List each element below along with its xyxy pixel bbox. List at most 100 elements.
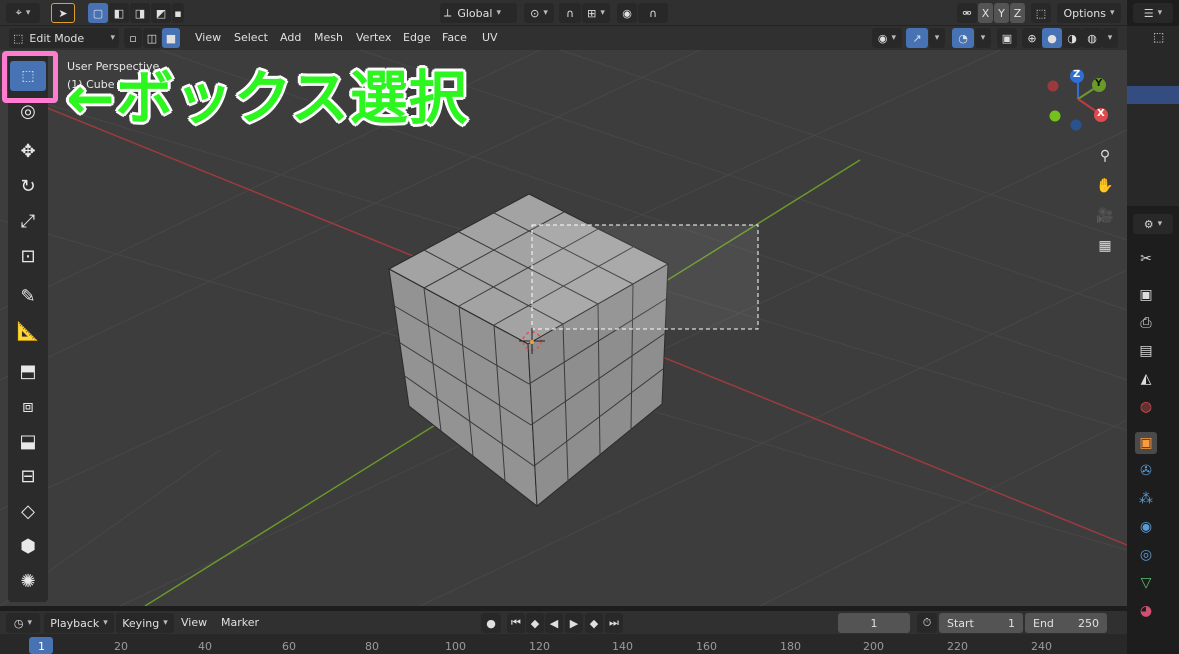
- start-frame-field[interactable]: Start 1: [939, 613, 1023, 633]
- visibility-dropdown[interactable]: ◉ ▾: [872, 28, 902, 48]
- tool-rotate[interactable]: ↻: [10, 171, 46, 201]
- tool-transform[interactable]: ⊡: [10, 241, 46, 271]
- menu-edge[interactable]: Edge: [401, 29, 433, 47]
- menu-face[interactable]: Face: [440, 29, 469, 47]
- tool-spin[interactable]: ✺: [10, 566, 46, 596]
- pivot-point-dropdown[interactable]: ⊙ ▾: [524, 3, 554, 23]
- mirror-y-toggle[interactable]: Y: [994, 3, 1009, 23]
- timeline-menu-marker[interactable]: Marker: [221, 616, 259, 629]
- gizmo-toggle[interactable]: ↗: [906, 28, 928, 48]
- play-button[interactable]: ▶: [565, 613, 583, 633]
- chevron-down-icon: ▾: [600, 8, 605, 18]
- chevron-down-icon: ▾: [934, 33, 940, 43]
- pan-button[interactable]: ✋: [1093, 174, 1117, 198]
- record-toggle[interactable]: ●: [481, 613, 501, 633]
- tool-extrude[interactable]: ⬒: [10, 356, 46, 386]
- timeline-header: ◷ ▾ Playback ▾ Keying ▾ View Marker ● ⏮ ◆ ◀…: [0, 610, 1127, 634]
- shading-material-button[interactable]: ◑: [1062, 28, 1082, 48]
- tool-move[interactable]: ✥: [10, 136, 46, 166]
- preview-range-toggle[interactable]: ⏱: [917, 613, 937, 633]
- select-mode-new-button[interactable]: ▢: [88, 3, 108, 23]
- material-properties-tab[interactable]: ◕: [1135, 600, 1157, 622]
- overlays-dropdown[interactable]: ▾: [975, 28, 991, 48]
- mirror-options-button[interactable]: ⚮: [957, 3, 977, 23]
- mirror-z-toggle[interactable]: Z: [1010, 3, 1025, 23]
- jump-end-button[interactable]: ⏭: [605, 613, 623, 633]
- menu-view[interactable]: View: [193, 29, 223, 47]
- tool-loop-cut[interactable]: ⊟: [10, 461, 46, 491]
- play-reverse-button[interactable]: ◀: [545, 613, 563, 633]
- select-mode-invert-button[interactable]: ◩: [151, 3, 171, 23]
- options-dropdown[interactable]: Options ▾: [1057, 3, 1121, 23]
- auto-merge-toggle[interactable]: ⬚: [1031, 3, 1051, 23]
- shading-dropdown[interactable]: ▾: [1102, 28, 1118, 48]
- overlays-toggle[interactable]: ◔: [952, 28, 974, 48]
- tool-measure[interactable]: 📐: [10, 316, 46, 346]
- camera-view-button[interactable]: 🎥: [1093, 204, 1117, 228]
- prev-keyframe-button[interactable]: ◆: [526, 613, 544, 633]
- object-properties-tab[interactable]: ▣: [1135, 432, 1157, 454]
- snap-target-dropdown[interactable]: ⊞ ▾: [582, 3, 610, 23]
- render-properties-tab[interactable]: ▣: [1135, 284, 1157, 306]
- modifier-properties-tab[interactable]: ✇: [1135, 460, 1157, 482]
- editor-type-button[interactable]: ⌖ ▾: [6, 3, 40, 23]
- shading-solid-button[interactable]: ●: [1042, 28, 1062, 48]
- scene-properties-tab[interactable]: ◭: [1135, 368, 1157, 390]
- proportional-falloff-dropdown[interactable]: ∩: [638, 3, 668, 23]
- tool-poly-build[interactable]: ⬢: [10, 531, 46, 561]
- select-mode-intersect-button[interactable]: ▪: [172, 3, 184, 23]
- end-frame-field[interactable]: End 250: [1025, 613, 1107, 633]
- physics-properties-tab[interactable]: ◉: [1135, 516, 1157, 538]
- select-mode-subtract-button[interactable]: ◨: [130, 3, 150, 23]
- output-properties-tab[interactable]: ⎙: [1135, 312, 1157, 334]
- next-keyframe-button[interactable]: ◆: [585, 613, 603, 633]
- keying-dropdown[interactable]: Keying ▾: [116, 613, 174, 633]
- select-intersect-icon: ▪: [174, 6, 182, 20]
- timeline-editor-type-button[interactable]: ◷ ▾: [6, 613, 40, 633]
- gizmo-dropdown[interactable]: ▾: [929, 28, 945, 48]
- tool-scale[interactable]: ⤢: [10, 206, 46, 236]
- tool-annotate[interactable]: ✎: [10, 281, 46, 311]
- menu-vertex[interactable]: Vertex: [354, 29, 393, 47]
- view-layer-properties-tab[interactable]: ▤: [1135, 340, 1157, 362]
- select-tool-button[interactable]: ➤: [51, 3, 75, 23]
- timeline-menu-view[interactable]: View: [181, 616, 207, 629]
- transform-orientation-dropdown[interactable]: ⟂ Global ▾: [440, 3, 517, 23]
- particles-properties-tab[interactable]: ⁂: [1135, 488, 1157, 510]
- outliner-selected-row[interactable]: [1127, 86, 1179, 104]
- select-mode-extend-button[interactable]: ◧: [109, 3, 129, 23]
- outliner-editor-type-button[interactable]: ☰ ▾: [1133, 3, 1173, 23]
- perspective-toggle-button[interactable]: ▦: [1093, 234, 1117, 258]
- bevel-icon: ⬓: [19, 430, 37, 452]
- menu-select[interactable]: Select: [232, 29, 270, 47]
- face-select-mode-button[interactable]: ■: [162, 28, 180, 48]
- shading-wireframe-button[interactable]: ⊕: [1022, 28, 1042, 48]
- tool-bevel[interactable]: ⬓: [10, 426, 46, 456]
- tool-properties-tab[interactable]: ✂: [1135, 248, 1157, 270]
- proportional-edit-toggle[interactable]: ◉: [617, 3, 637, 23]
- tool-knife[interactable]: ◇: [10, 496, 46, 526]
- data-properties-tab[interactable]: ▽: [1135, 572, 1157, 594]
- extrude-icon: ⬒: [19, 360, 37, 382]
- world-properties-tab[interactable]: ◍: [1135, 396, 1157, 418]
- zoom-button[interactable]: ⚲: [1093, 144, 1117, 168]
- playback-dropdown[interactable]: Playback ▾: [44, 613, 114, 633]
- constraints-properties-tab[interactable]: ◎: [1135, 544, 1157, 566]
- outliner-panel[interactable]: [1127, 26, 1179, 206]
- menu-add[interactable]: Add: [278, 29, 303, 47]
- jump-start-button[interactable]: ⏮: [507, 613, 525, 633]
- menu-mesh[interactable]: Mesh: [312, 29, 345, 47]
- magnet-icon: ∩: [565, 6, 575, 20]
- vertex-select-mode-button[interactable]: ▫: [124, 28, 142, 48]
- current-frame-field[interactable]: 1: [838, 613, 910, 633]
- shading-rendered-button[interactable]: ◍: [1082, 28, 1102, 48]
- tool-inset[interactable]: ⧈: [10, 391, 46, 421]
- snap-toggle[interactable]: ∩: [559, 3, 581, 23]
- properties-editor-type-button[interactable]: ⚙ ▾: [1133, 214, 1173, 234]
- xray-toggle[interactable]: ▣: [997, 28, 1017, 48]
- edge-select-mode-button[interactable]: ◫: [143, 28, 161, 48]
- mirror-x-toggle[interactable]: X: [978, 3, 993, 23]
- menu-uv[interactable]: UV: [480, 29, 500, 47]
- mode-dropdown[interactable]: ⬚ Edit Mode ▾: [9, 28, 119, 48]
- chevron-down-icon: ▾: [1109, 8, 1115, 18]
